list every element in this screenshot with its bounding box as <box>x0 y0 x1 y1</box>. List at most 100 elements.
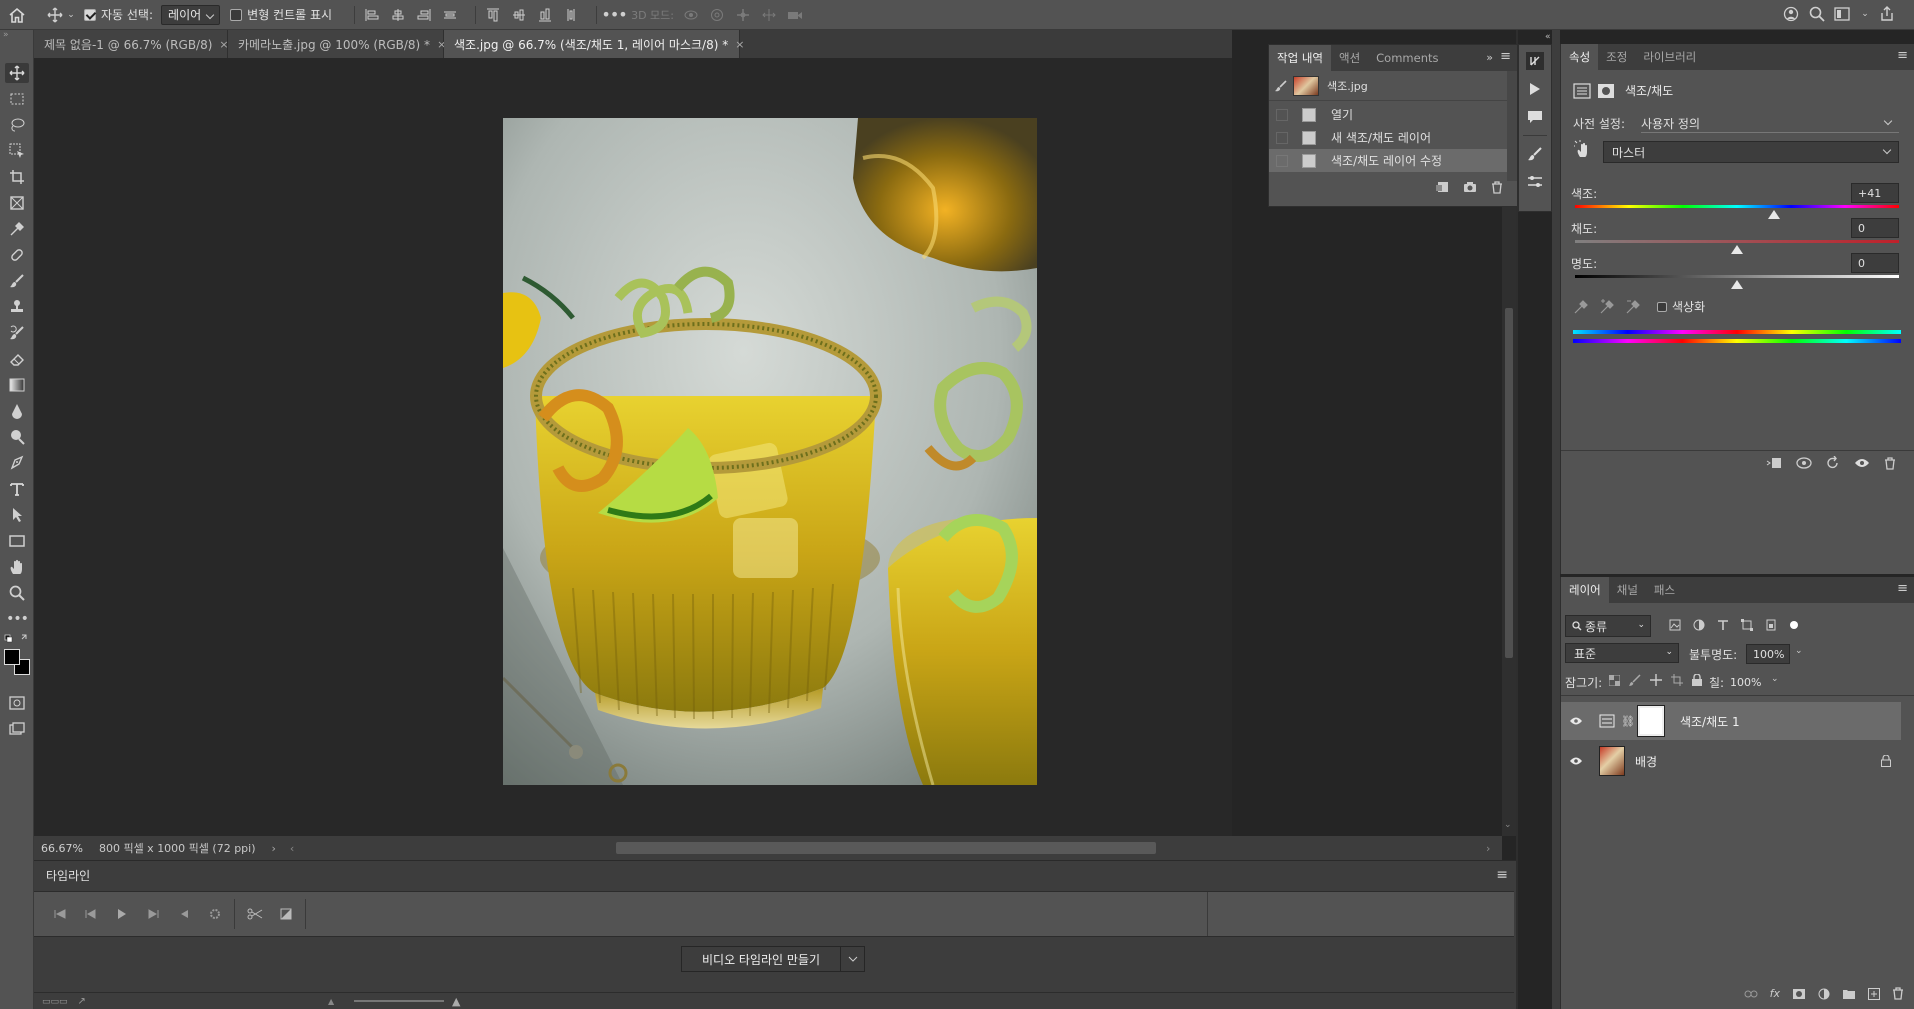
saturation-slider-thumb[interactable] <box>1731 245 1743 254</box>
pen-tool-icon[interactable] <box>5 453 29 473</box>
visibility-eye-icon[interactable] <box>1561 716 1591 726</box>
filter-shape-icon[interactable] <box>1741 619 1753 631</box>
foreground-color-swatch[interactable] <box>4 649 20 665</box>
history-snapshot[interactable]: 색조.jpg <box>1269 71 1517 101</box>
panel-menu-icon[interactable]: ≡ <box>1496 867 1508 883</box>
tab-adjustments[interactable]: 조정 <box>1598 44 1635 70</box>
hand-tool-icon[interactable] <box>5 557 29 577</box>
tab-hue-jpg[interactable]: 색조.jpg @ 66.7% (색조/채도 1, 레이어 마스크/8) * × <box>444 30 744 58</box>
history-brush-tool-icon[interactable] <box>5 323 29 343</box>
chevron-down-icon[interactable]: ⌄ <box>1771 674 1779 684</box>
blend-mode-select[interactable]: 표준 ⌄ <box>1565 643 1679 663</box>
colorize-checkbox[interactable]: 색상화 <box>1657 298 1705 315</box>
rectangle-tool-icon[interactable] <box>5 531 29 551</box>
tab-channels[interactable]: 채널 <box>1609 577 1646 603</box>
auto-select-target-select[interactable]: 레이어 <box>161 4 221 25</box>
scroll-right-icon[interactable]: › <box>1486 842 1490 855</box>
document-image[interactable] <box>503 118 1037 785</box>
tab-properties[interactable]: 속성 <box>1561 44 1599 70</box>
share-icon[interactable] <box>1878 5 1896 23</box>
more-options-icon[interactable]: ••• <box>601 5 627 24</box>
history-checkbox[interactable] <box>1276 154 1288 167</box>
healing-brush-tool-icon[interactable] <box>5 245 29 265</box>
lock-transparent-icon[interactable] <box>1609 674 1620 686</box>
add-mask-icon[interactable] <box>1792 988 1806 1000</box>
lock-position-icon[interactable] <box>1650 674 1662 686</box>
adjustments-sliders-icon[interactable] <box>1519 168 1551 196</box>
auto-select-checkbox[interactable]: 자동 선택: <box>84 6 153 23</box>
history-item[interactable]: 새 색조/채도 레이어 <box>1269 126 1517 149</box>
tab-paths[interactable]: 패스 <box>1646 577 1683 603</box>
next-frame-icon[interactable] <box>137 909 168 919</box>
first-frame-icon[interactable] <box>44 909 75 919</box>
layer-mask-thumbnail[interactable] <box>1636 705 1665 737</box>
tab-libraries[interactable]: 라이브러리 <box>1635 44 1704 70</box>
3d-pan-icon[interactable] <box>734 6 752 24</box>
align-left-icon[interactable] <box>363 6 381 24</box>
distribute-icon[interactable] <box>441 6 459 24</box>
lightness-value-input[interactable]: 0 <box>1851 253 1899 273</box>
history-item-selected[interactable]: 색조/채도 레이어 수정 <box>1269 149 1517 172</box>
chevron-down-icon[interactable]: ⌄ <box>66 6 76 24</box>
eyedropper-icon[interactable] <box>1573 299 1589 315</box>
align-center-icon[interactable] <box>389 6 407 24</box>
zoom-in-icon[interactable]: ▲ <box>452 995 460 1008</box>
render-icon[interactable]: ↗ <box>78 996 86 1007</box>
filter-pixel-icon[interactable] <box>1669 619 1681 631</box>
audio-icon[interactable] <box>168 909 199 919</box>
dodge-tool-icon[interactable] <box>5 427 29 447</box>
frame-tool-icon[interactable] <box>5 193 29 213</box>
lightness-slider-thumb[interactable] <box>1731 280 1743 289</box>
new-adjustment-layer-icon[interactable] <box>1818 988 1830 1000</box>
clip-to-layer-icon[interactable] <box>1766 457 1782 469</box>
mask-icon[interactable] <box>1597 83 1615 99</box>
zoom-level[interactable]: 66.67% <box>41 842 83 855</box>
prev-frame-icon[interactable] <box>75 909 106 919</box>
chevron-right-icon[interactable]: › <box>272 842 276 855</box>
align-middle-icon[interactable] <box>510 6 528 24</box>
color-swatches[interactable] <box>2 647 32 677</box>
stamp-tool-icon[interactable] <box>5 297 29 317</box>
align-top-icon[interactable] <box>484 6 502 24</box>
lock-pixels-icon[interactable] <box>1629 674 1641 686</box>
visibility-eye-icon[interactable] <box>1854 457 1870 469</box>
history-panel-icon[interactable] <box>1519 47 1551 75</box>
channel-select[interactable]: 마스터 <box>1603 141 1899 163</box>
lightness-slider-track[interactable] <box>1575 275 1899 278</box>
home-icon[interactable] <box>8 6 26 24</box>
play-icon[interactable] <box>106 908 137 920</box>
filter-smart-object-icon[interactable] <box>1765 619 1777 631</box>
create-video-timeline-button[interactable]: 비디오 타임라인 만들기 <box>681 946 842 972</box>
move-tool-icon[interactable] <box>5 63 29 83</box>
comments-icon[interactable] <box>1519 103 1551 131</box>
eyedropper-subtract-icon[interactable] <box>1625 299 1641 315</box>
blur-tool-icon[interactable] <box>5 401 29 421</box>
chevron-down-icon[interactable] <box>841 946 866 972</box>
history-checkbox[interactable] <box>1276 108 1288 121</box>
tab-untitled-1[interactable]: 제목 없음-1 @ 66.7% (RGB/8) × <box>34 30 229 58</box>
workspace-icon[interactable] <box>1834 5 1852 23</box>
filter-adjustment-icon[interactable] <box>1693 619 1705 631</box>
align-bottom-icon[interactable] <box>536 6 554 24</box>
history-brush-icon[interactable] <box>1274 79 1288 93</box>
eyedropper-add-icon[interactable] <box>1599 298 1615 315</box>
settings-gear-icon[interactable] <box>199 908 230 920</box>
quick-mask-icon[interactable] <box>5 693 29 713</box>
saturation-slider-track[interactable] <box>1575 240 1899 243</box>
move-tool-icon[interactable] <box>46 6 64 24</box>
3d-slide-icon[interactable] <box>760 6 778 24</box>
lock-artboard-icon[interactable] <box>1671 674 1683 686</box>
tab-layers[interactable]: 레이어 <box>1561 577 1609 603</box>
history-item[interactable]: 열기 <box>1269 103 1517 126</box>
type-tool-icon[interactable] <box>5 479 29 499</box>
camera-icon[interactable] <box>1463 181 1477 194</box>
lasso-tool-icon[interactable] <box>5 115 29 135</box>
scroll-thumb[interactable] <box>1505 308 1513 658</box>
layer-row-hue-saturation[interactable]: ⛓ 색조/채도 1 <box>1561 702 1901 740</box>
3d-orbit-icon[interactable] <box>682 6 700 24</box>
transform-controls-checkbox[interactable]: 변형 컨트롤 표시 <box>230 6 332 23</box>
history-checkbox[interactable] <box>1276 131 1288 144</box>
hue-slider-track[interactable] <box>1575 205 1899 208</box>
colorize-check[interactable] <box>1657 301 1667 312</box>
frames-icon[interactable]: ▭▭▭ <box>42 997 68 1007</box>
